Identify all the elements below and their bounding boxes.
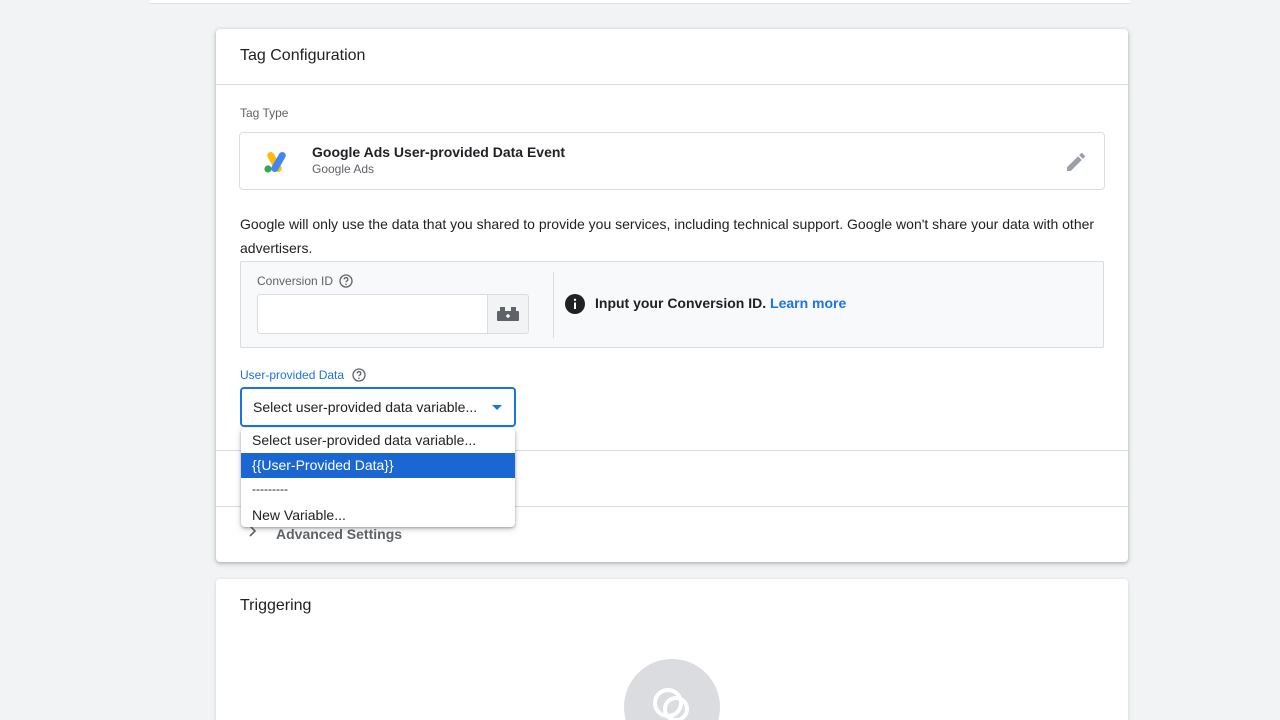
tag-type-name: Google Ads User-provided Data Event (312, 144, 566, 160)
card-title: Tag Configuration (240, 47, 366, 64)
dropdown-option-new-variable[interactable]: New Variable... (241, 503, 515, 527)
help-icon[interactable] (339, 274, 353, 288)
trigger-icon (653, 688, 689, 720)
conversion-id-label: Conversion ID (257, 274, 334, 288)
dropdown-option-highlighted[interactable]: {{User-Provided Data}} (241, 453, 515, 478)
conversion-id-info: Input your Conversion ID. Learn more (595, 295, 846, 311)
info-message: Input your Conversion ID. (595, 295, 767, 311)
user-provided-data-label: User-provided Data (240, 368, 345, 382)
dropdown-arrow-icon (492, 405, 502, 410)
triggering-title: Triggering (240, 597, 312, 614)
learn-more-link[interactable]: Learn more (770, 295, 846, 311)
insert-variable-button[interactable] (487, 294, 529, 334)
dropdown-separator: --------- (252, 482, 288, 496)
previous-card-edge (150, 0, 1130, 4)
conversion-id-panel: Conversion ID Input your Conversion ID. (240, 261, 1104, 348)
add-trigger-placeholder[interactable] (624, 659, 720, 720)
user-provided-data-label-row: User-provided Data (240, 368, 366, 382)
user-provided-data-options: Select user-provided data variable... {{… (241, 428, 515, 527)
help-icon[interactable] (352, 368, 366, 382)
triggering-card: Triggering (216, 579, 1128, 720)
tag-type-vendor: Google Ads (312, 162, 375, 176)
conversion-id-input[interactable] (257, 294, 487, 334)
edit-pencil-icon[interactable] (1064, 150, 1088, 174)
info-icon (565, 294, 585, 314)
dropdown-option[interactable]: Select user-provided data variable... (241, 428, 515, 453)
advanced-settings-toggle[interactable]: Advanced Settings (276, 526, 402, 542)
user-provided-data-select[interactable]: Select user-provided data variable... (240, 387, 516, 427)
google-ads-logo-icon (264, 152, 286, 173)
divider (553, 272, 554, 338)
divider (216, 84, 1128, 85)
variable-block-icon (497, 307, 519, 321)
select-value: Select user-provided data variable... (253, 399, 478, 415)
conversion-id-label-row: Conversion ID (257, 274, 353, 288)
tag-type-label: Tag Type (240, 106, 289, 120)
data-usage-notice: Google will only use the data that you s… (240, 216, 1095, 256)
tag-type-selector[interactable]: Google Ads User-provided Data Event Goog… (239, 132, 1105, 190)
